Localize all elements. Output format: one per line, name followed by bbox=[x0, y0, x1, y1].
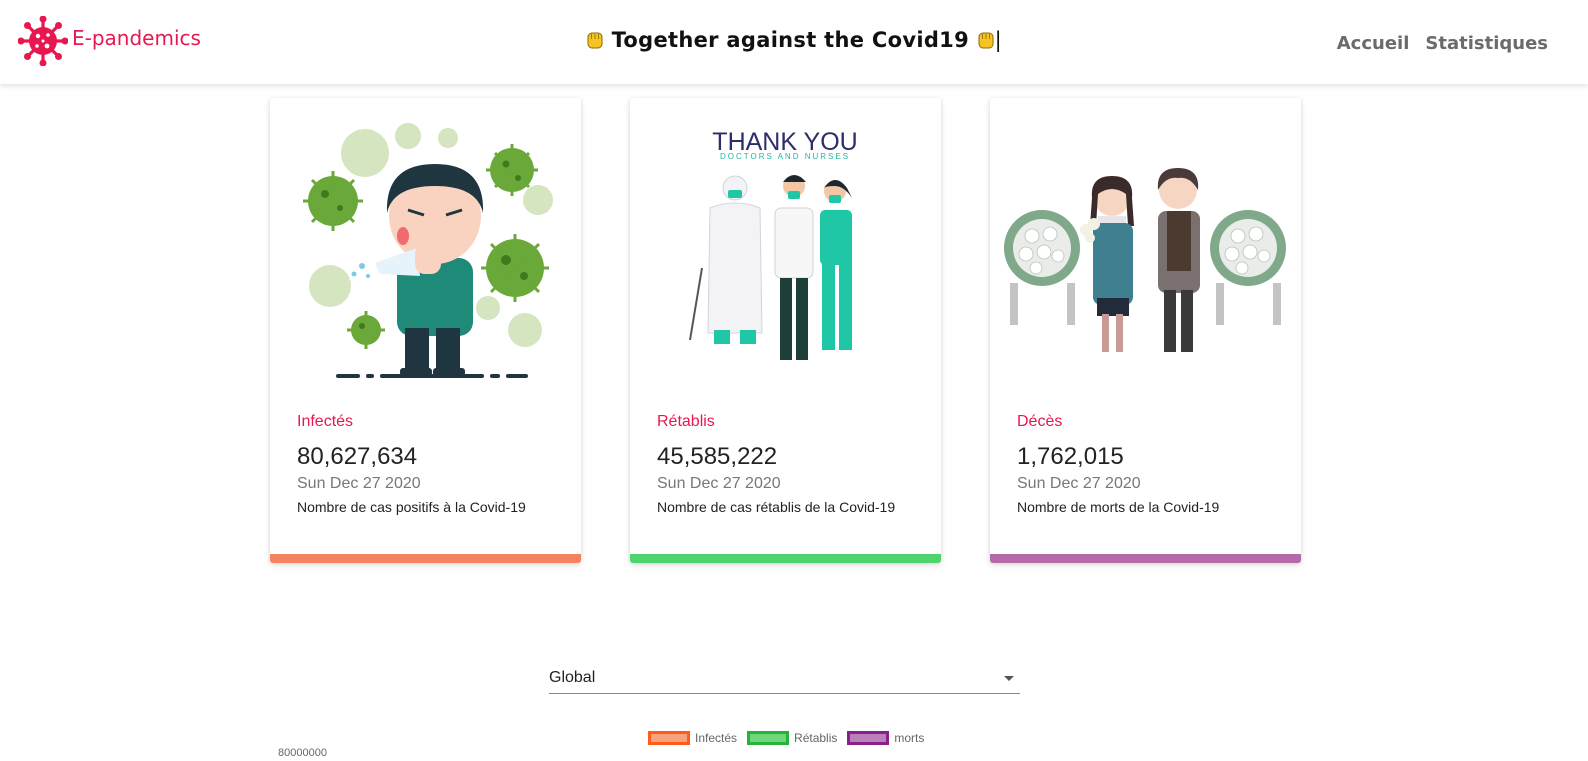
raised-fist-icon bbox=[978, 32, 994, 49]
card-body: Rétablis 45,585,222 Sun Dec 27 2020 Nomb… bbox=[657, 413, 921, 515]
doctors-nurses-caption: DOCTORS AND NURSES bbox=[720, 152, 850, 161]
chart-y-tick: 80000000 bbox=[278, 747, 327, 759]
legend-label: morts bbox=[894, 731, 925, 745]
region-select-value: Global bbox=[549, 669, 596, 686]
nav-link-accueil[interactable]: Accueil bbox=[1337, 33, 1410, 54]
chevron-down-icon[interactable] bbox=[1004, 676, 1014, 681]
legend-item-infected[interactable]: Infectés bbox=[648, 731, 737, 745]
card-label: Décès bbox=[1017, 413, 1063, 430]
navbar: E-pandemics Together against the Covid19… bbox=[0, 0, 1588, 84]
card-body: Infectés 80,627,634 Sun Dec 27 2020 Nomb… bbox=[297, 413, 561, 515]
card-value: 45,585,222 bbox=[657, 443, 778, 470]
card-deaths: Décès 1,762,015 Sun Dec 27 2020 Nombre d… bbox=[990, 98, 1301, 563]
nav-link-statistiques[interactable]: Statistiques bbox=[1425, 33, 1548, 54]
card-infected: Infectés 80,627,634 Sun Dec 27 2020 Nomb… bbox=[270, 98, 581, 563]
legend-swatch bbox=[747, 731, 790, 745]
legend-swatch bbox=[847, 731, 890, 745]
card-date: Sun Dec 27 2020 bbox=[297, 475, 421, 492]
card-date: Sun Dec 27 2020 bbox=[1017, 475, 1141, 492]
card-label: Infectés bbox=[297, 413, 354, 430]
typing-cursor: | bbox=[994, 28, 1003, 52]
legend-label: Rétablis bbox=[794, 731, 838, 745]
region-select[interactable]: Global bbox=[549, 664, 1020, 694]
legend-label: Infectés bbox=[695, 731, 738, 745]
legend-item-recovered[interactable]: Rétablis bbox=[747, 731, 837, 745]
card-description: Nombre de morts de la Covid-19 bbox=[1017, 499, 1220, 515]
nav-links: Accueil Statistiques bbox=[1337, 33, 1548, 54]
card-recovered: THANK YOU DOCTORS AND NURSES Rétablis 45… bbox=[630, 98, 941, 563]
card-date: Sun Dec 27 2020 bbox=[657, 475, 781, 492]
medical-staff-illustration: THANK YOU DOCTORS AND NURSES bbox=[689, 128, 858, 360]
card-accent-bar bbox=[990, 554, 1301, 563]
raised-fist-icon bbox=[587, 32, 603, 49]
card-description: Nombre de cas rétablis de la Covid-19 bbox=[657, 499, 896, 515]
legend-swatch bbox=[648, 731, 690, 745]
card-value: 1,762,015 bbox=[1017, 443, 1124, 470]
sneezing-person-illustration bbox=[303, 123, 553, 378]
legend-item-deaths[interactable]: morts bbox=[847, 731, 924, 745]
card-accent-bar bbox=[270, 554, 581, 563]
stat-cards: Infectés 80,627,634 Sun Dec 27 2020 Nomb… bbox=[270, 98, 1301, 563]
card-body: Décès 1,762,015 Sun Dec 27 2020 Nombre d… bbox=[1017, 413, 1281, 515]
chart-legend: Infectés Rétablis morts bbox=[648, 731, 924, 745]
mourning-couple-illustration bbox=[1004, 168, 1286, 352]
card-accent-bar bbox=[630, 554, 941, 563]
card-value: 80,627,634 bbox=[297, 443, 418, 470]
card-label: Rétablis bbox=[657, 413, 715, 430]
headline-text: Together against the Covid19 bbox=[611, 28, 970, 52]
card-description: Nombre de cas positifs à la Covid-19 bbox=[297, 499, 526, 515]
